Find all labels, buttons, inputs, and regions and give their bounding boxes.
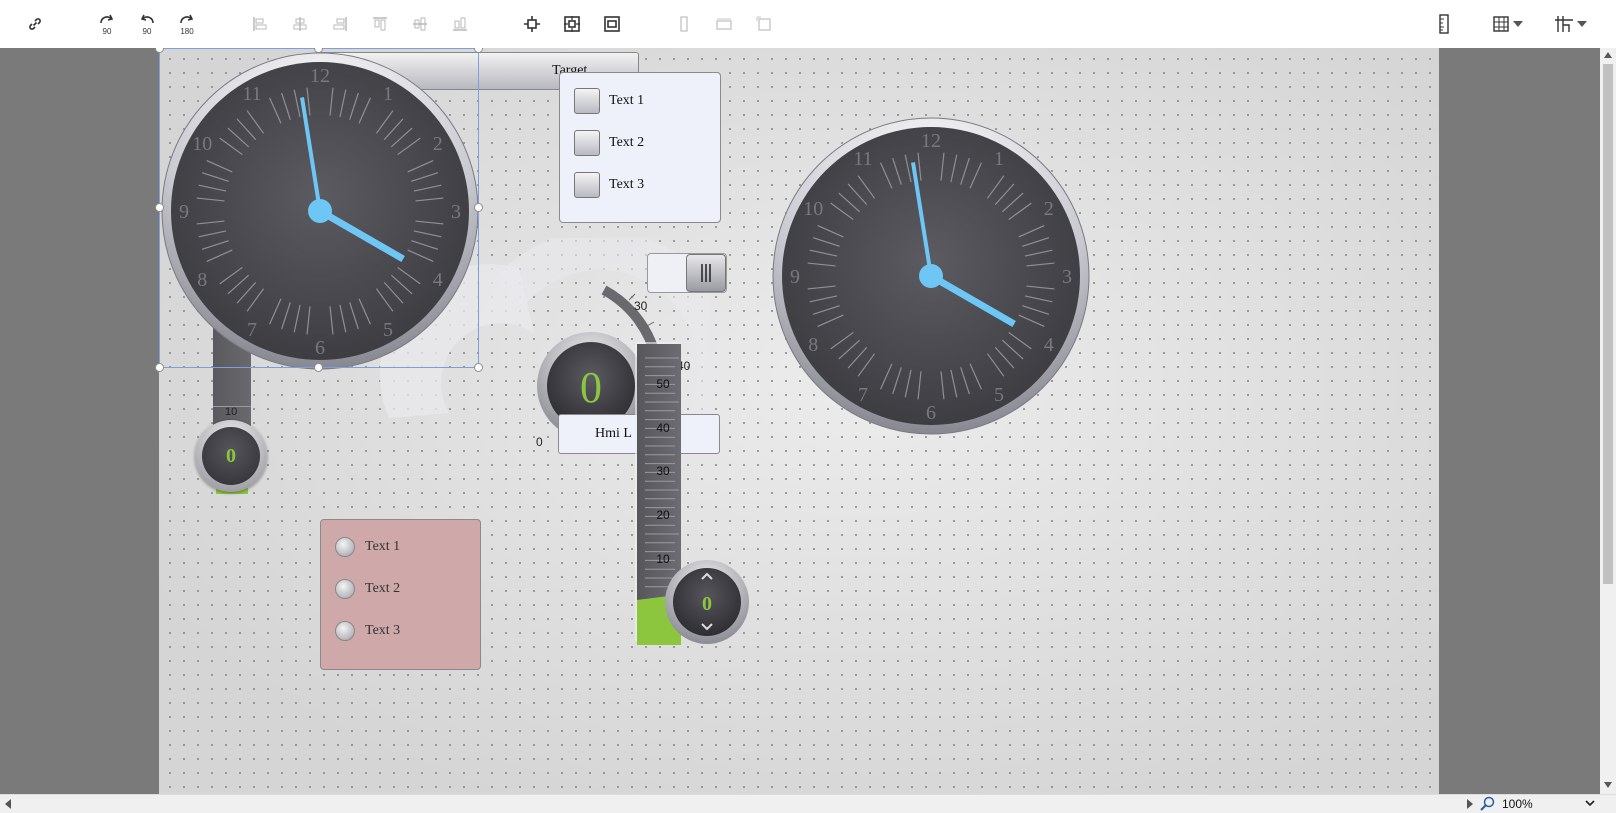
clock-number: 9 bbox=[790, 266, 800, 288]
radio-item[interactable]: Text 3 bbox=[335, 621, 400, 641]
snap-dropdown-icon[interactable] bbox=[1574, 10, 1590, 38]
resize-handle[interactable] bbox=[474, 363, 483, 372]
clock-number: 3 bbox=[1062, 266, 1072, 288]
clock-number: 8 bbox=[808, 334, 818, 356]
analog-clock[interactable]: 121234567891011 bbox=[771, 116, 1091, 436]
align-middle-icon[interactable] bbox=[406, 10, 434, 38]
clock-number: 12 bbox=[921, 130, 941, 152]
checkbox-label: Text 2 bbox=[609, 135, 645, 150]
align-bottom-icon[interactable] bbox=[446, 10, 474, 38]
gauge-tick-label: 0 bbox=[536, 435, 543, 449]
link-icon[interactable] bbox=[21, 10, 49, 38]
vertical-scroll-thumb[interactable] bbox=[1603, 64, 1613, 584]
rotate-cw-90-icon[interactable]: 90 bbox=[93, 10, 121, 38]
vertical-slider-tick-label: 10 bbox=[656, 552, 670, 566]
scroll-right-icon[interactable] bbox=[1467, 799, 1473, 809]
small-slider-knob[interactable]: 0 bbox=[195, 420, 267, 492]
clock-center-cap bbox=[919, 264, 943, 288]
zoom-icon[interactable] bbox=[1480, 796, 1496, 812]
checkbox-item[interactable]: Text 2 bbox=[574, 130, 644, 156]
checkbox[interactable] bbox=[574, 88, 600, 114]
rotate-180-icon[interactable]: 180 bbox=[173, 10, 201, 38]
align-right-icon[interactable] bbox=[326, 10, 354, 38]
center-icon[interactable] bbox=[518, 10, 546, 38]
radio-button[interactable] bbox=[335, 579, 355, 599]
small-slider-tick-label: 10 bbox=[225, 406, 238, 418]
checkbox-item[interactable]: Text 1 bbox=[574, 88, 644, 114]
align-top-icon[interactable] bbox=[366, 10, 394, 38]
radio-item[interactable]: Text 1 bbox=[335, 537, 400, 557]
resize-handle[interactable] bbox=[155, 363, 164, 372]
align-left-icon[interactable] bbox=[246, 10, 274, 38]
radio-button[interactable] bbox=[335, 621, 355, 641]
gauge-value: 0 bbox=[580, 363, 602, 412]
radio-label: Text 3 bbox=[365, 623, 401, 638]
vertical-slider-tick-label: 20 bbox=[656, 508, 670, 522]
rotate-cw-label: 90 bbox=[103, 27, 112, 36]
checkbox[interactable] bbox=[574, 172, 600, 198]
clock-number: 11 bbox=[853, 148, 872, 170]
scroll-up-icon[interactable] bbox=[1604, 52, 1612, 58]
toggle-knob[interactable] bbox=[686, 254, 726, 292]
checkbox-item[interactable]: Text 3 bbox=[574, 172, 644, 198]
checkbox-label: Text 1 bbox=[609, 93, 645, 108]
vertical-slider-tick-label: 30 bbox=[656, 464, 670, 478]
scroll-left-icon[interactable] bbox=[5, 799, 11, 809]
group-icon[interactable] bbox=[558, 10, 586, 38]
clock-number: 5 bbox=[994, 384, 1004, 406]
align-center-icon[interactable] bbox=[286, 10, 314, 38]
clock-number: 2 bbox=[1044, 198, 1054, 220]
rotate-ccw-label: 90 bbox=[143, 27, 152, 36]
gauge-tick-label: 30 bbox=[634, 299, 648, 313]
horizontal-scrollbar[interactable]: 100% bbox=[0, 794, 1616, 813]
checkbox-label: Text 3 bbox=[609, 177, 645, 192]
checkbox[interactable] bbox=[574, 130, 600, 156]
clock-number: 7 bbox=[858, 384, 868, 406]
clock-number: 4 bbox=[1044, 334, 1054, 356]
vertical-scrollbar[interactable] bbox=[1600, 48, 1616, 794]
radio-label: Text 2 bbox=[365, 581, 401, 596]
hmi-label-text: Hmi L bbox=[595, 426, 632, 441]
ruler-icon[interactable] bbox=[1430, 10, 1458, 38]
checkbox-group: Text 1 Text 2 Text 3 bbox=[559, 72, 721, 223]
grip-icon bbox=[701, 264, 711, 282]
selection-box bbox=[159, 48, 479, 368]
toolbar: 90 90 180 bbox=[0, 0, 1616, 49]
design-canvas[interactable]: 10 0 0 30 40 50 bbox=[155, 48, 1439, 794]
radio-group: Text 1 Text 2 Text 3 bbox=[320, 519, 481, 670]
zoom-dropdown-icon[interactable] bbox=[1585, 800, 1595, 807]
toggle-switch[interactable] bbox=[647, 253, 727, 293]
vertical-slider-value: 0 bbox=[702, 593, 712, 615]
scroll-down-icon[interactable] bbox=[1604, 782, 1612, 788]
ungroup-icon[interactable] bbox=[598, 10, 626, 38]
zoom-level[interactable]: 100% bbox=[1502, 797, 1533, 811]
rotate-ccw-90-icon[interactable]: 90 bbox=[133, 10, 161, 38]
resize-handle[interactable] bbox=[155, 203, 164, 212]
same-size-icon[interactable] bbox=[750, 10, 778, 38]
resize-handle[interactable] bbox=[314, 363, 323, 372]
same-height-icon[interactable] bbox=[710, 10, 738, 38]
resize-handle[interactable] bbox=[474, 203, 483, 212]
vertical-slider-tick-label: 40 bbox=[656, 421, 670, 435]
vertical-slider-tick-label: 50 bbox=[656, 377, 670, 391]
radio-item[interactable]: Text 2 bbox=[335, 579, 400, 599]
same-width-icon[interactable] bbox=[670, 10, 698, 38]
clock-number: 1 bbox=[994, 148, 1004, 170]
radio-label: Text 1 bbox=[365, 539, 401, 554]
clock-number: 6 bbox=[926, 402, 936, 424]
clock-number: 10 bbox=[803, 198, 823, 220]
vertical-slider[interactable]: 50 40 30 20 10 0 bbox=[629, 338, 749, 648]
rotate-180-label: 180 bbox=[180, 27, 194, 36]
grid-dropdown-icon[interactable] bbox=[1510, 10, 1526, 38]
radio-button[interactable] bbox=[335, 537, 355, 557]
small-slider-value: 0 bbox=[226, 444, 236, 467]
workspace: 10 0 0 30 40 50 bbox=[0, 48, 1600, 794]
